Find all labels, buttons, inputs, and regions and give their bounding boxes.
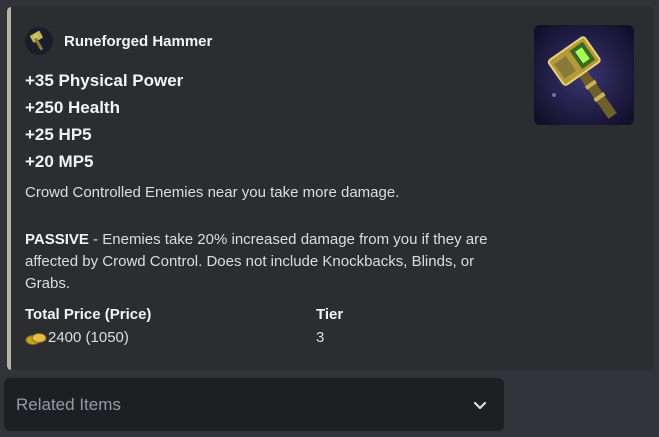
- item-description: Crowd Controlled Enemies near you take m…: [25, 184, 400, 201]
- field-value-tier: 3: [316, 329, 325, 346]
- stat-physical-power: +35 Physical Power: [25, 71, 184, 90]
- stat-health: +250 Health: [25, 98, 120, 117]
- field-name-price: Total Price (Price): [25, 306, 152, 323]
- embed-author: Runeforged Hammer: [25, 27, 212, 55]
- related-items-placeholder: Related Items: [16, 394, 121, 414]
- item-passive: PASSIVE - Enemies take 20% increased dam…: [25, 229, 515, 295]
- field-total-price: Total Price (Price) 2400 (1050): [25, 305, 151, 349]
- passive-text: - Enemies take 20% increased damage from…: [25, 231, 488, 292]
- stat-hp5: +25 HP5: [25, 125, 92, 144]
- item-stats: +35 Physical Power +250 Health +25 HP5 +…: [25, 67, 183, 175]
- hammer-author-icon: [25, 27, 53, 55]
- embed-accent-bar: [7, 7, 11, 370]
- item-embed: Runeforged Hammer +35 Physical Power +25…: [7, 7, 654, 370]
- passive-label: PASSIVE: [25, 231, 89, 248]
- gold-coins-icon: [25, 331, 47, 345]
- field-value-price: 2400 (1050): [48, 329, 129, 346]
- field-tier: Tier 3: [316, 305, 343, 349]
- field-name-tier: Tier: [316, 306, 344, 323]
- item-name: Runeforged Hammer: [64, 32, 213, 50]
- chevron-down-icon: [468, 393, 492, 417]
- related-items-select[interactable]: Related Items: [4, 378, 504, 431]
- stat-mp5: +20 MP5: [25, 152, 94, 171]
- hammer-item-icon: [534, 25, 634, 125]
